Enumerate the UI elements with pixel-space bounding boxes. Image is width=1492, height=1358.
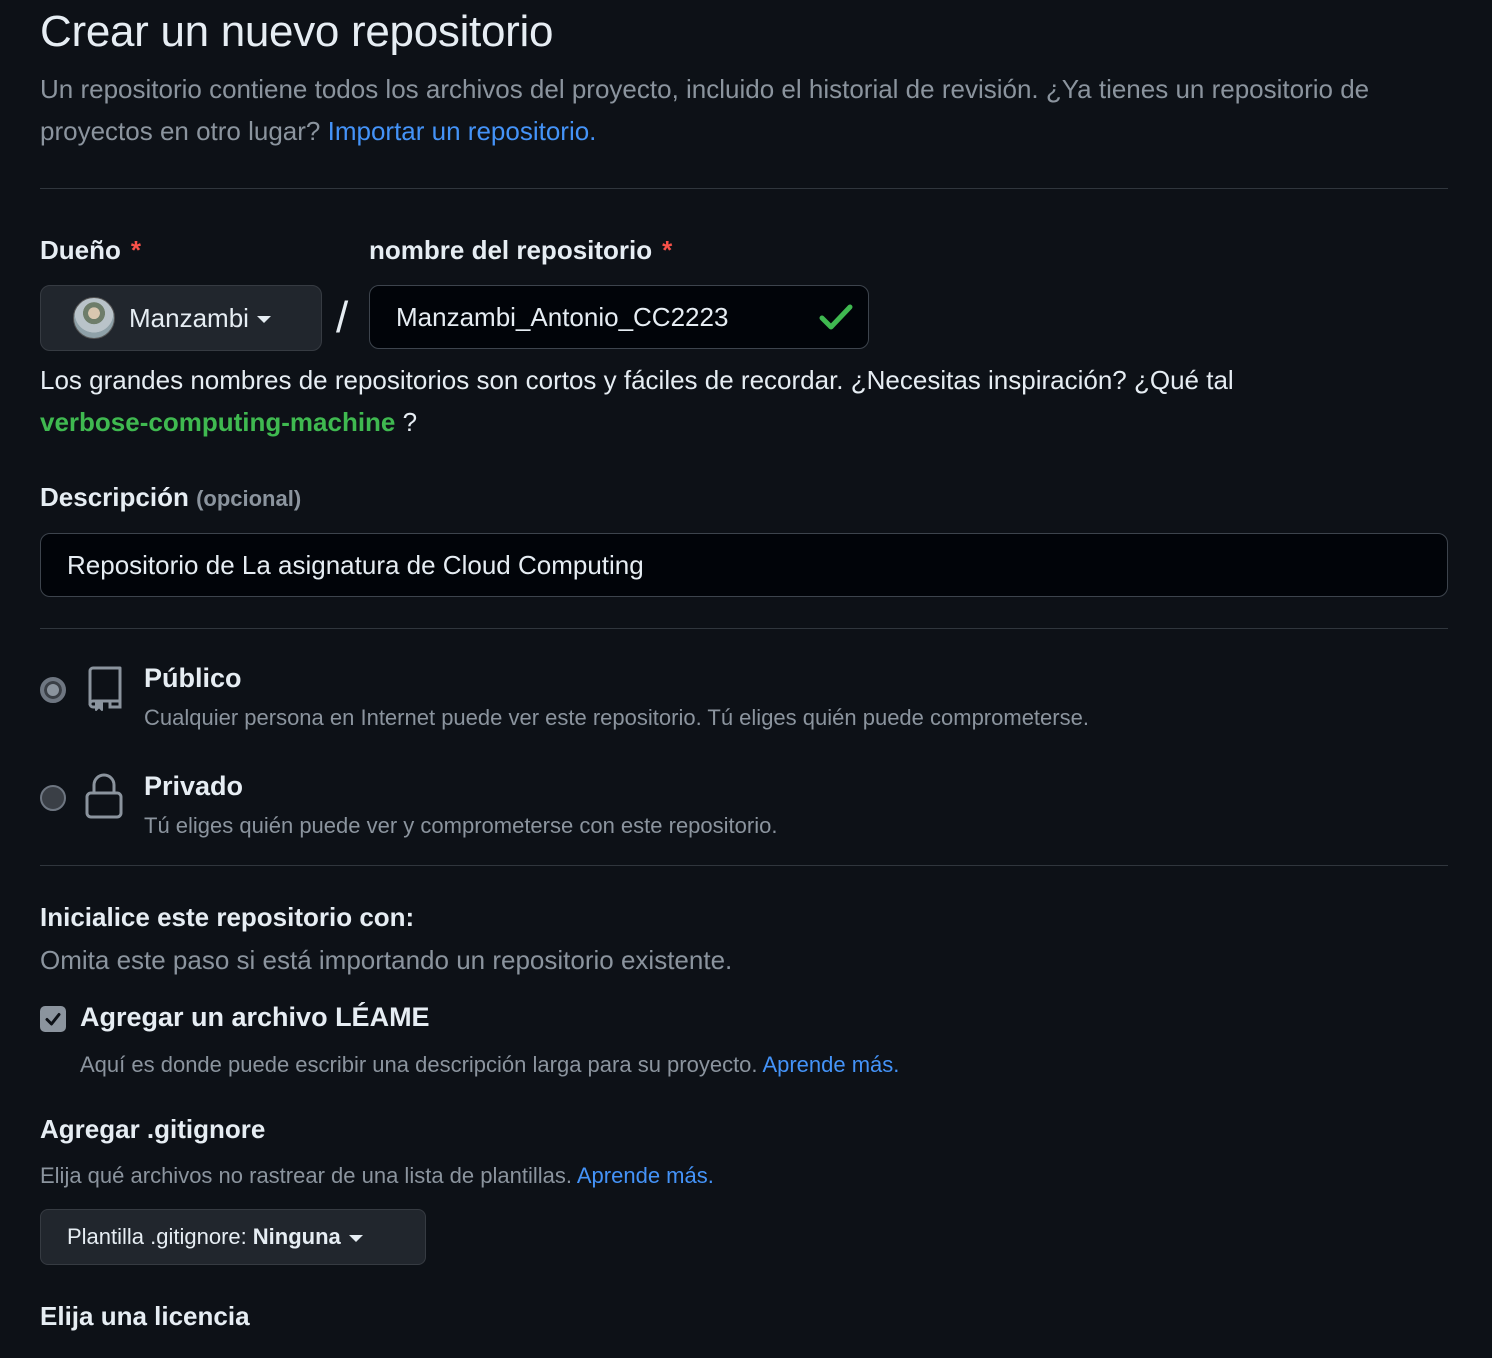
suggested-name-link[interactable]: verbose-computing-machine	[40, 407, 395, 437]
private-radio[interactable]	[40, 785, 66, 811]
visibility-option-private[interactable]: Privado Tú eliges quién puede ver y comp…	[40, 771, 1448, 881]
initialize-subtext: Omita este paso si está importando un re…	[40, 945, 733, 975]
create-repo-page: Crear un nuevo repositorio Un repositori…	[0, 0, 1492, 1358]
gitignore-description: Elija qué archivos no rastrear de una li…	[40, 1163, 1448, 1189]
readme-option: Agregar un archivo LÉAME Aquí es donde p…	[40, 994, 1448, 1104]
page-title: Crear un nuevo repositorio	[40, 7, 554, 56]
lock-icon	[85, 773, 123, 819]
optional-tag: (opcional)	[196, 486, 302, 511]
readme-learn-more-link[interactable]: Aprende más.	[762, 1052, 899, 1077]
readme-description: Aquí es donde puede escribir una descrip…	[80, 1052, 899, 1078]
owner-label-text: Dueño	[40, 235, 121, 265]
private-description: Tú eliges quién puede ver y comprometers…	[144, 813, 778, 838]
name-hint-text: Los grandes nombres de repositorios son …	[40, 365, 1234, 395]
owner-repo-separator: /	[336, 293, 349, 342]
visibility-divider	[40, 628, 1448, 629]
import-repository-link[interactable]: Importar un repositorio.	[328, 116, 597, 146]
description-label: Descripción (opcional)	[40, 477, 1448, 517]
gitignore-learn-more-link[interactable]: Aprende más.	[577, 1163, 714, 1188]
description-input[interactable]	[40, 533, 1448, 597]
name-hint: Los grandes nombres de repositorios son …	[40, 359, 1448, 443]
gitignore-button-value: Ninguna	[252, 1224, 341, 1249]
chevron-down-icon	[256, 315, 271, 323]
description-label-text: Descripción	[40, 482, 189, 512]
gitignore-title: Agregar .gitignore	[40, 1114, 266, 1144]
gitignore-template-button[interactable]: Plantilla .gitignore: Ninguna	[40, 1209, 426, 1265]
required-marker: *	[662, 235, 673, 265]
check-icon	[45, 1013, 61, 1026]
owner-repo-row: Dueño * nombre del repositorio * Manzambi …	[40, 189, 1448, 359]
readme-checkbox[interactable]	[40, 1006, 66, 1032]
owner-select-button[interactable]: Manzambi	[40, 285, 322, 351]
name-hint-suffix: ?	[402, 407, 418, 437]
visibility-options: Público Cualquier persona en Internet pu…	[40, 663, 1448, 881]
gitignore-button-prefix: Plantilla .gitignore:	[67, 1224, 247, 1249]
gitignore-description-text: Elija qué archivos no rastrear de una li…	[40, 1163, 572, 1188]
intro-text: Un repositorio contiene todos los archiv…	[40, 68, 1448, 152]
avatar	[73, 297, 115, 339]
readme-label[interactable]: Agregar un archivo LÉAME	[80, 1002, 430, 1033]
repo-name-label: nombre del repositorio *	[369, 235, 672, 266]
required-marker: *	[130, 235, 142, 265]
repo-name-field	[369, 285, 869, 349]
chevron-down-icon	[348, 1234, 363, 1242]
owner-name: Manzambi	[129, 302, 249, 333]
public-title: Público	[144, 663, 242, 693]
license-title: Elija una licencia	[40, 1301, 250, 1331]
owner-label: Dueño *	[40, 235, 141, 266]
check-icon	[819, 304, 853, 330]
repo-name-input[interactable]	[370, 286, 790, 348]
repo-icon	[88, 666, 122, 711]
intro-description: Un repositorio contiene todos los archiv…	[40, 74, 1370, 146]
visibility-option-public[interactable]: Público Cualquier persona en Internet pu…	[40, 663, 1448, 773]
public-radio[interactable]	[40, 677, 66, 703]
initialize-heading: Inicialice este repositorio con:	[40, 902, 415, 932]
public-description: Cualquier persona en Internet puede ver …	[144, 705, 1089, 730]
readme-description-text: Aquí es donde puede escribir una descrip…	[80, 1052, 758, 1077]
repo-name-label-text: nombre del repositorio	[369, 235, 653, 265]
private-title: Privado	[144, 771, 244, 801]
